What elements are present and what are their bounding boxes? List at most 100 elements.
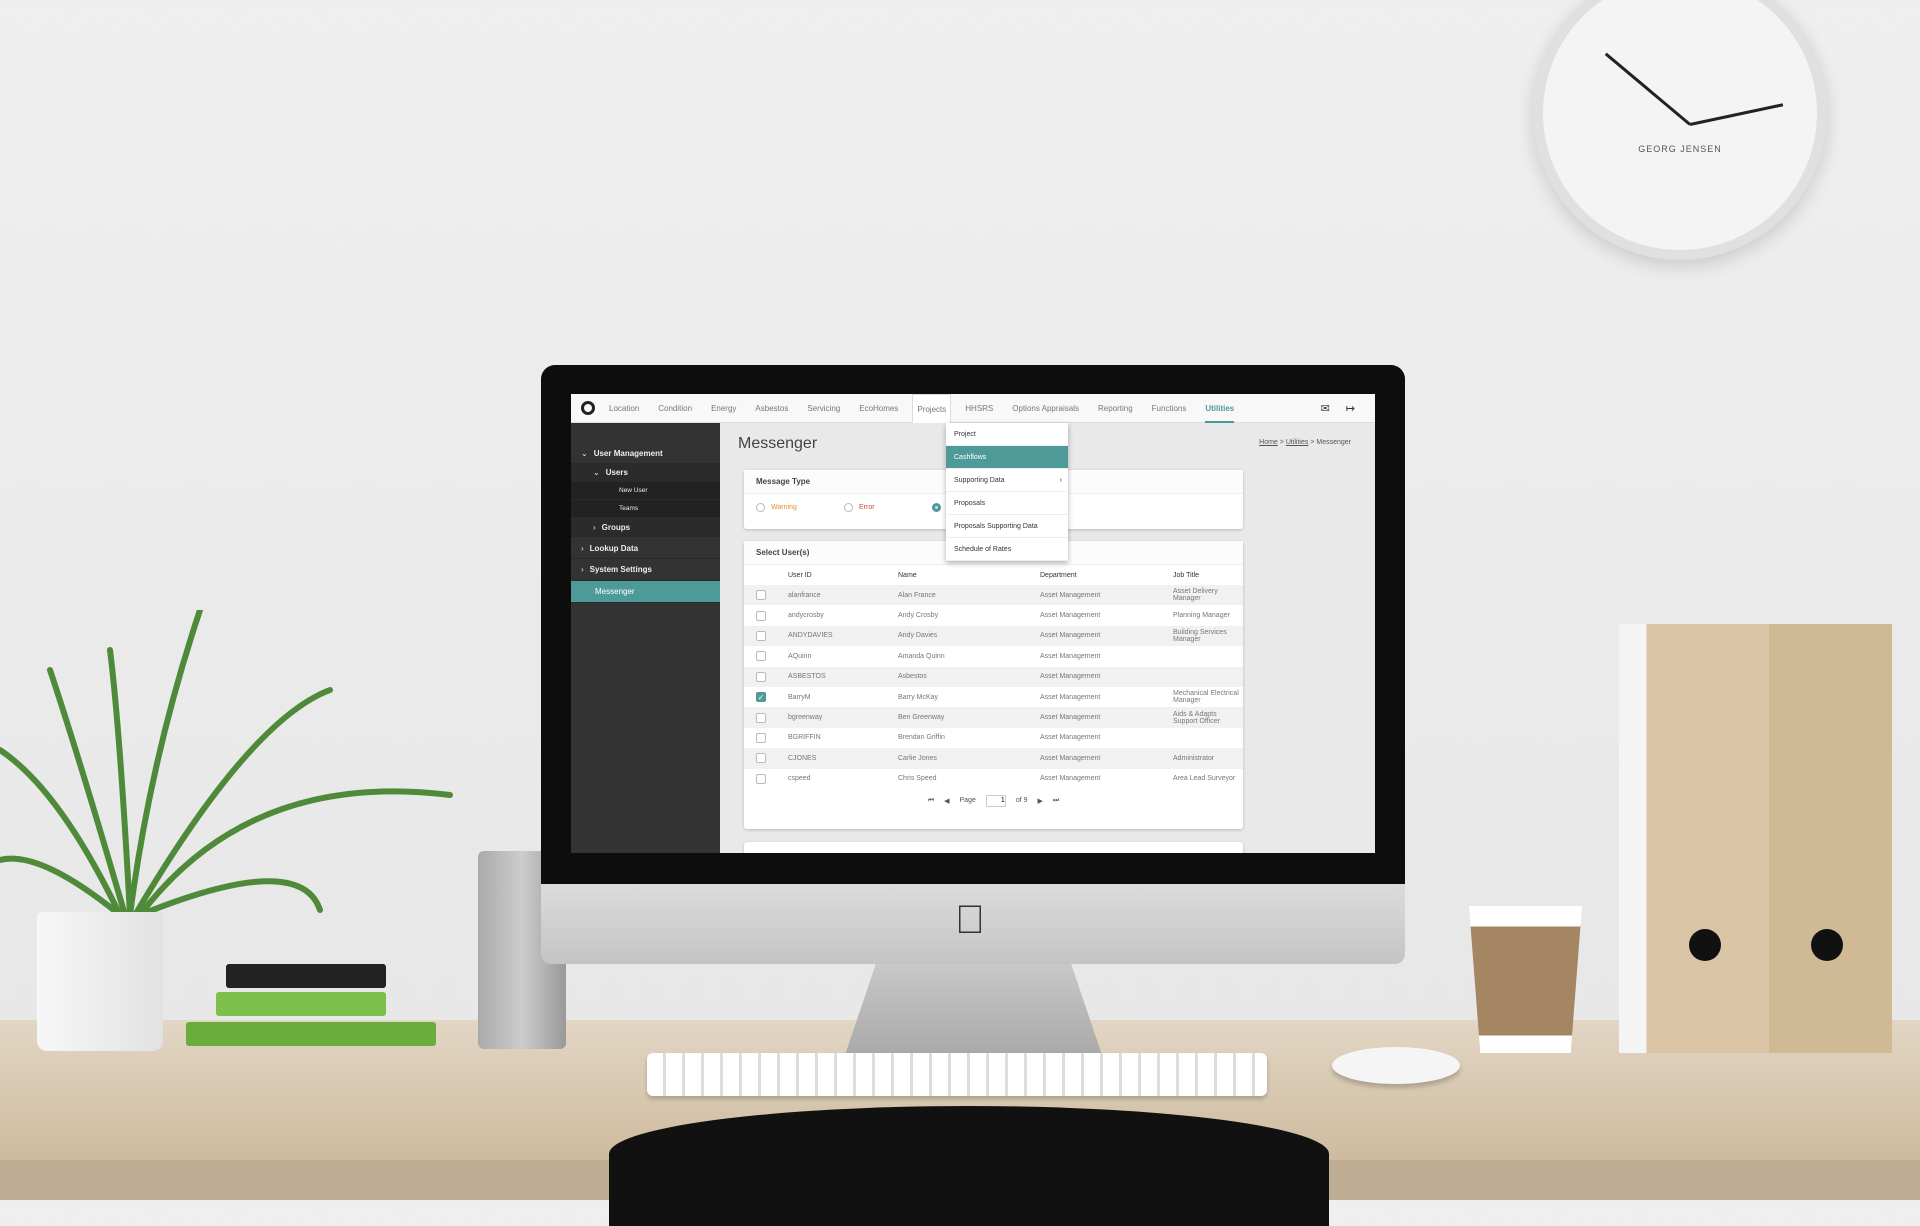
table-row[interactable]: alanfrance Alan France Asset Management Ass…	[744, 585, 1243, 606]
sidebar-item-teams[interactable]: Teams	[571, 500, 720, 518]
keyboard	[647, 1053, 1267, 1096]
nav-options-appraisals[interactable]: Options Appraisals	[1012, 394, 1079, 423]
dropdown-item[interactable]: Schedule of Rates	[946, 538, 1068, 561]
table-cell: Area Lead Surveyor	[1173, 775, 1236, 783]
checkbox-cell	[744, 666, 788, 687]
table-cell: Asset Management	[1040, 666, 1173, 687]
row-checkbox[interactable]	[756, 732, 766, 743]
table-cell	[1173, 728, 1243, 748]
nav-location[interactable]: Location	[609, 394, 639, 423]
table-row[interactable]: ANDYDAVIES Andy Davies Asset Management Bui…	[744, 625, 1243, 647]
breadcrumb-home[interactable]: Home	[1259, 439, 1278, 446]
sidebar-item-messenger[interactable]: Messenger	[571, 581, 720, 603]
radio-warning[interactable]: Warning	[756, 503, 797, 512]
table-row[interactable]: AQuinn Amanda Quinn Asset Management	[744, 646, 1243, 666]
row-checkbox[interactable]	[756, 610, 766, 621]
table-row[interactable]: BGRIFFIN Brendan Griffin Asset Management	[744, 728, 1243, 748]
chevron-down-icon: ⌄	[593, 468, 600, 477]
checkbox-cell	[744, 769, 788, 789]
table-cell: Mechanical Electrical Manager	[1173, 690, 1239, 705]
dropdown-item[interactable]: Proposals	[946, 492, 1068, 515]
sidebar-item-user-management[interactable]: ⌄ User Management	[571, 443, 720, 464]
nav-ecohomes[interactable]: EcoHomes	[859, 394, 898, 423]
table-cell: Asset Management	[1040, 625, 1173, 647]
sidebar-item-label: Teams	[619, 505, 639, 512]
radio-error[interactable]: Error	[844, 503, 875, 512]
nav-functions[interactable]: Functions	[1152, 394, 1187, 423]
nav-energy[interactable]: Energy	[711, 394, 736, 423]
dropdown-item-label: Proposals Supporting Data	[954, 523, 1038, 530]
nav-projects[interactable]: Projects	[912, 394, 952, 423]
row-checkbox[interactable]	[756, 590, 766, 601]
row-checkbox[interactable]	[756, 630, 766, 641]
table-cell	[1173, 646, 1243, 666]
dropdown-item[interactable]: Supporting Data ›	[946, 469, 1068, 492]
checkbox-cell	[744, 748, 788, 769]
checkbox-cell	[744, 646, 788, 666]
row-checkbox[interactable]	[756, 753, 766, 764]
breadcrumb-utilities[interactable]: Utilities	[1286, 439, 1309, 446]
dropdown-item[interactable]: Project	[946, 423, 1068, 446]
table-row[interactable]: CJONES Carlie Jones Asset Management Admini…	[744, 748, 1243, 769]
table-row[interactable]: cspeed Chris Speed Asset Management Area Le…	[744, 769, 1243, 789]
next-page-icon[interactable]: ▶	[1038, 797, 1043, 805]
sidebar-item-new-user[interactable]: New User	[571, 482, 720, 500]
apple-logo-icon: 	[955, 898, 985, 943]
dropdown-item[interactable]: Proposals Supporting Data	[946, 515, 1068, 538]
logout-icon[interactable]: ↦	[1346, 402, 1355, 415]
table-cell: ANDYDAVIES	[788, 625, 898, 647]
table-row[interactable]: bgreenway Ben Greenway Asset Management Aid…	[744, 707, 1243, 728]
sidebar-item-label: Users	[605, 468, 628, 477]
column-header[interactable]: User ID	[788, 565, 898, 585]
table-cell: Aids & Adapts Support Officer	[1173, 707, 1243, 728]
sidebar-item-groups[interactable]: › Groups	[571, 518, 720, 537]
table-cell: BGRIFFIN	[788, 734, 821, 742]
first-page-icon[interactable]: ⏮	[928, 797, 934, 805]
column-header[interactable]: Department	[1040, 565, 1173, 585]
table-cell: Chris Speed	[898, 775, 937, 783]
nav-utilities[interactable]: Utilities	[1205, 394, 1235, 423]
table-row[interactable]: ✓ BarryM Barry McKay Asset Management Mechan…	[744, 687, 1243, 707]
row-checkbox[interactable]	[756, 671, 766, 682]
nav-servicing[interactable]: Servicing	[807, 394, 840, 423]
row-checkbox[interactable]	[756, 651, 766, 662]
table-cell: Andy Davies	[898, 625, 1040, 647]
page-input[interactable]	[985, 794, 1006, 807]
radio-button[interactable]	[756, 503, 765, 512]
table-cell: Carlie Jones	[898, 748, 1040, 769]
prev-page-icon[interactable]: ◀	[944, 797, 949, 805]
checkbox-cell: ✓	[744, 687, 788, 707]
app-logo[interactable]	[581, 401, 595, 415]
table-cell: cspeed	[788, 775, 811, 783]
sidebar-item-users[interactable]: ⌄ Users	[571, 464, 720, 482]
dropdown-item[interactable]: Cashflows	[946, 446, 1068, 469]
nav-asbestos[interactable]: Asbestos	[755, 394, 788, 423]
mail-icon[interactable]: ✉	[1321, 402, 1330, 415]
row-checkbox[interactable]: ✓	[756, 692, 766, 703]
coffee-cup	[1469, 906, 1582, 1053]
mouse	[1332, 1047, 1460, 1084]
row-checkbox[interactable]	[756, 712, 766, 723]
table-cell: Asset Management	[1040, 612, 1101, 620]
table-cell: Barry McKay	[898, 693, 939, 701]
select-column-header	[744, 565, 788, 585]
table-row[interactable]: ASBESTOS Asbestos Asset Management	[744, 666, 1243, 687]
radio-button[interactable]	[932, 503, 941, 512]
table-cell: CJONES	[788, 748, 898, 769]
chair	[609, 1106, 1329, 1226]
column-header[interactable]: Job Title	[1173, 565, 1243, 585]
nav-condition[interactable]: Condition	[658, 394, 692, 423]
chevron-right-icon: ›	[581, 565, 584, 574]
row-checkbox[interactable]	[756, 773, 766, 784]
table-cell: ASBESTOS	[788, 666, 898, 687]
last-page-icon[interactable]: ⏭	[1053, 797, 1059, 805]
sidebar-item-system-settings[interactable]: › System Settings	[571, 559, 720, 581]
nav-reporting[interactable]: Reporting	[1098, 394, 1133, 423]
column-header[interactable]: Name	[898, 565, 1040, 585]
table-row[interactable]: andycrosby Andy Crosby Asset Management Pla…	[744, 605, 1243, 625]
radio-button[interactable]	[844, 503, 853, 512]
nav-hhsrs[interactable]: HHSRS	[965, 394, 993, 423]
sidebar-item-lookup-data[interactable]: › Lookup Data	[571, 538, 720, 559]
chevron-down-icon: ⌄	[581, 448, 588, 458]
breadcrumb: Home > Utilities > Messenger	[1259, 439, 1351, 446]
